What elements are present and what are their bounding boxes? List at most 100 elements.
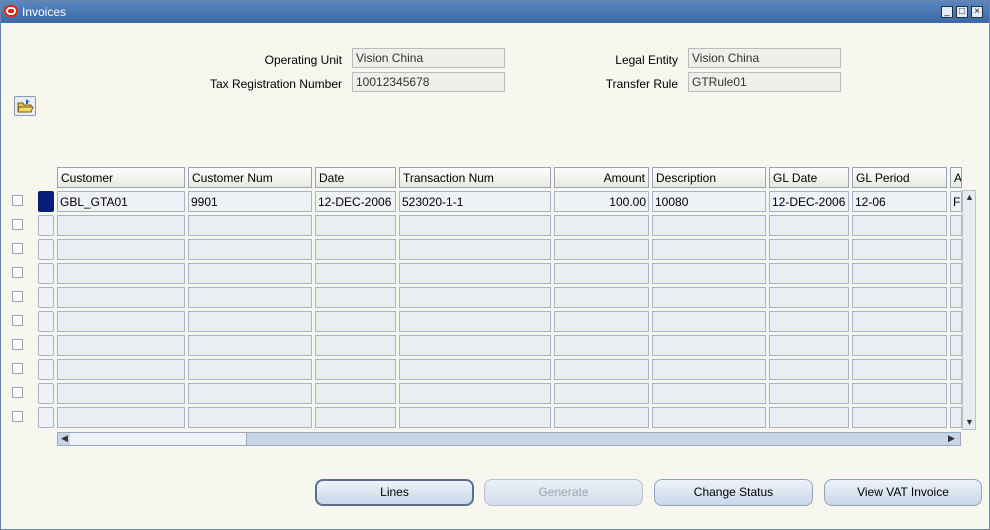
table-cell[interactable] [57,215,185,236]
table-cell[interactable] [554,407,649,428]
row-indicator[interactable] [38,407,54,428]
row-indicator[interactable] [38,191,54,212]
table-cell[interactable] [852,335,947,356]
lines-button[interactable]: Lines [315,479,474,506]
table-cell[interactable] [399,407,551,428]
scroll-left-icon[interactable]: ◀ [61,433,68,444]
table-cell[interactable] [950,359,962,380]
table-cell[interactable] [399,335,551,356]
table-cell[interactable] [188,311,312,332]
table-cell[interactable] [554,215,649,236]
table-cell[interactable] [399,263,551,284]
table-cell[interactable] [852,239,947,260]
table-cell[interactable] [852,263,947,284]
row-indicator[interactable] [38,263,54,284]
table-cell[interactable] [769,263,849,284]
table-cell[interactable] [188,407,312,428]
table-cell[interactable] [57,263,185,284]
minimize-icon[interactable]: _ [941,6,953,18]
table-cell[interactable] [852,359,947,380]
scroll-right-icon[interactable]: ▶ [948,433,955,444]
table-cell[interactable] [399,287,551,308]
horizontal-scrollbar[interactable]: ◀ ▶ [57,432,961,446]
table-cell[interactable] [57,311,185,332]
row-select-checkbox[interactable] [12,411,23,422]
table-cell[interactable]: 12-DEC-2006 [315,191,396,212]
table-cell[interactable] [652,335,766,356]
table-cell[interactable]: 10080 [652,191,766,212]
table-cell[interactable] [554,311,649,332]
table-cell[interactable] [57,407,185,428]
table-cell[interactable] [315,215,396,236]
row-indicator[interactable] [38,359,54,380]
table-cell[interactable] [852,287,947,308]
row-select-checkbox[interactable] [12,219,23,230]
table-cell[interactable] [57,383,185,404]
table-cell[interactable] [769,335,849,356]
table-cell[interactable]: 12-DEC-2006 [769,191,849,212]
table-cell[interactable]: 9901 [188,191,312,212]
row-indicator[interactable] [38,335,54,356]
view-vat-invoice-button[interactable]: View VAT Invoice [824,479,982,506]
table-cell[interactable] [554,239,649,260]
column-header[interactable]: Customer [57,167,185,188]
table-cell[interactable] [769,383,849,404]
table-cell[interactable] [315,407,396,428]
table-cell[interactable]: F [950,191,962,212]
close-icon[interactable]: × [971,6,983,18]
vertical-scrollbar[interactable]: ▲ ▼ [962,190,976,430]
row-select-checkbox[interactable] [12,315,23,326]
table-cell[interactable] [554,359,649,380]
table-cell[interactable] [188,335,312,356]
generate-button[interactable]: Generate [484,479,643,506]
table-cell[interactable] [188,263,312,284]
table-cell[interactable] [57,239,185,260]
table-cell[interactable] [399,239,551,260]
table-cell[interactable] [57,359,185,380]
table-cell[interactable] [950,407,962,428]
table-cell[interactable] [652,383,766,404]
table-cell[interactable] [554,383,649,404]
row-select-checkbox[interactable] [12,387,23,398]
open-folder-button[interactable] [14,96,36,116]
table-cell[interactable]: 523020-1-1 [399,191,551,212]
table-cell[interactable] [315,383,396,404]
row-select-checkbox[interactable] [12,363,23,374]
row-indicator[interactable] [38,311,54,332]
column-header[interactable]: Date [315,167,396,188]
transfer-rule-field[interactable]: GTRule01 [688,72,841,92]
table-cell[interactable] [399,311,551,332]
table-cell[interactable] [188,359,312,380]
maximize-icon[interactable]: □ [956,6,968,18]
table-cell[interactable] [769,311,849,332]
table-cell[interactable] [315,359,396,380]
table-cell[interactable] [950,287,962,308]
table-cell[interactable] [852,407,947,428]
row-indicator[interactable] [38,215,54,236]
table-cell[interactable] [769,359,849,380]
row-select-checkbox[interactable] [12,339,23,350]
table-cell[interactable] [652,287,766,308]
table-cell[interactable] [399,383,551,404]
table-cell[interactable] [315,287,396,308]
row-indicator[interactable] [38,287,54,308]
row-select-checkbox[interactable] [12,195,23,206]
table-cell[interactable] [399,359,551,380]
table-cell[interactable] [652,239,766,260]
table-cell[interactable] [769,215,849,236]
table-cell[interactable] [652,359,766,380]
table-cell[interactable] [950,311,962,332]
table-cell[interactable] [950,215,962,236]
table-cell[interactable] [652,407,766,428]
table-cell[interactable] [188,383,312,404]
table-cell[interactable] [554,335,649,356]
column-header[interactable]: Customer Num [188,167,312,188]
column-header[interactable]: Description [652,167,766,188]
column-header[interactable]: Amount [554,167,649,188]
table-cell[interactable] [315,311,396,332]
column-header[interactable]: A [950,167,962,188]
table-cell[interactable] [57,335,185,356]
legal-entity-field[interactable]: Vision China [688,48,841,68]
table-cell[interactable] [57,287,185,308]
change-status-button[interactable]: Change Status [654,479,813,506]
